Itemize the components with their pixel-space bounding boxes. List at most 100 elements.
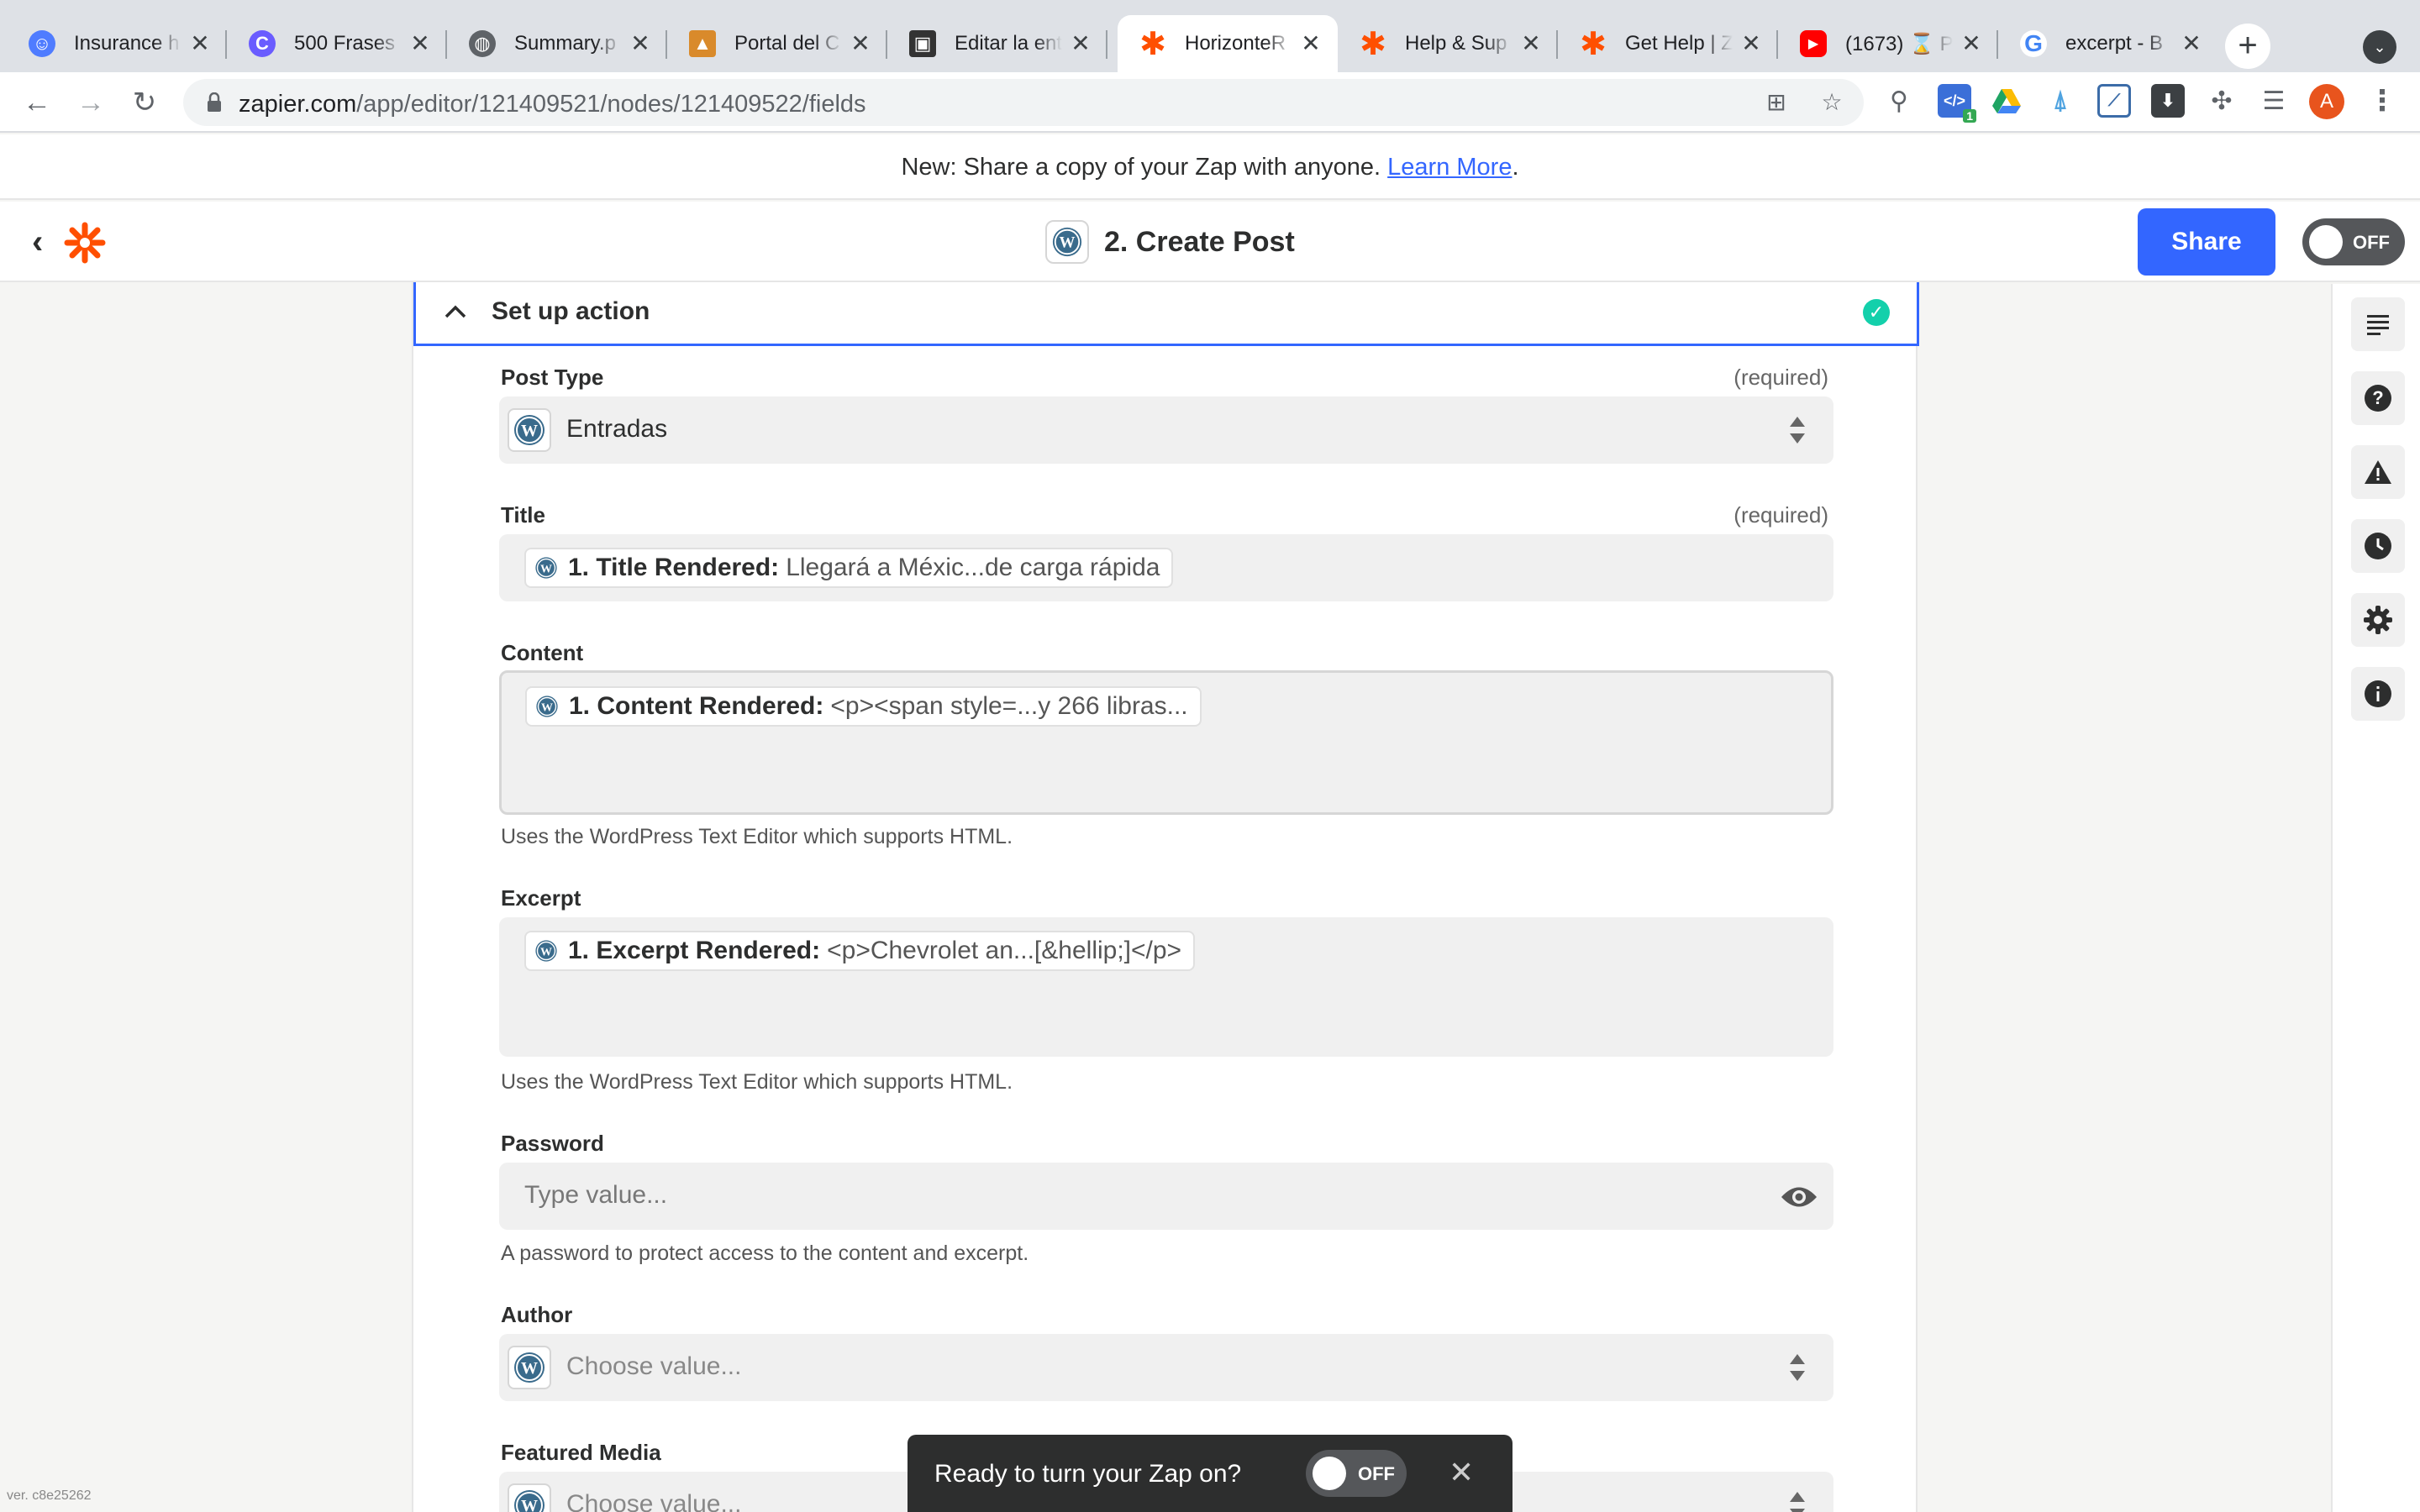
- tab-title: Insurance h: [74, 32, 180, 55]
- bookmark-star-icon[interactable]: ☆: [1818, 89, 1845, 116]
- zap-on-off-toggle[interactable]: OFF: [2302, 218, 2405, 265]
- close-icon[interactable]: ✕: [1449, 1455, 1474, 1490]
- svg-text:W: W: [521, 422, 538, 440]
- zapier-favicon-icon: ✱: [1139, 26, 1166, 62]
- author-label: Author: [501, 1302, 573, 1327]
- browser-menu-icon[interactable]: ⋮: [2368, 82, 2396, 119]
- inbox-extension-icon[interactable]: ⍋: [2044, 84, 2077, 118]
- back-chevron-icon[interactable]: ‹: [32, 222, 60, 262]
- tab-title: Help & Sup: [1405, 32, 1507, 55]
- pill-value: <p>Chevrolet an...[&hellip;]</p>: [827, 937, 1182, 964]
- browser-tab[interactable]: ▣ Editar la ent ✕: [887, 15, 1107, 72]
- browser-tab[interactable]: ✱ Help & Sup ✕: [1338, 15, 1558, 72]
- password-input[interactable]: Type value...: [524, 1181, 667, 1210]
- select-arrows-icon: [1790, 417, 1805, 444]
- download-extension-icon[interactable]: ⬇: [2151, 84, 2185, 118]
- content-label: Content: [501, 640, 584, 665]
- svg-text:W: W: [1060, 234, 1076, 252]
- featured-media-placeholder: Choose value...: [566, 1490, 742, 1512]
- reading-list-icon[interactable]: ☰: [2257, 84, 2291, 118]
- select-arrows-icon: [1790, 1492, 1805, 1512]
- chart-extension-icon[interactable]: ⟋: [2097, 84, 2131, 118]
- browser-tab[interactable]: ☺ Insurance h ✕: [7, 15, 227, 72]
- zapier-logo-icon[interactable]: [64, 222, 106, 264]
- lock-icon: [208, 92, 221, 112]
- setup-action-section-header[interactable]: Set up action ✓: [413, 282, 1919, 346]
- excerpt-help-text: Uses the WordPress Text Editor which sup…: [501, 1070, 1013, 1094]
- author-select[interactable]: W Choose value...: [499, 1334, 1833, 1401]
- close-icon[interactable]: ✕: [188, 32, 212, 55]
- mapped-field-pill[interactable]: W 1. Excerpt Rendered: <p>Chevrolet an...…: [524, 931, 1196, 971]
- tab-search-icon[interactable]: ⌄: [2363, 30, 2396, 64]
- settings-gear-icon[interactable]: [2351, 593, 2405, 647]
- location-pin-icon[interactable]: ⚲: [1882, 84, 1916, 118]
- step-title-group: W 2. Create Post: [1045, 218, 1295, 265]
- close-icon[interactable]: ✕: [408, 32, 432, 55]
- eye-visibility-icon[interactable]: [1780, 1183, 1818, 1211]
- svg-text:W: W: [521, 1359, 538, 1378]
- close-icon[interactable]: ✕: [629, 32, 652, 55]
- address-bar[interactable]: zapier.com/app/editor/121409521/nodes/12…: [183, 79, 1864, 126]
- google-drive-icon[interactable]: [1990, 84, 2023, 118]
- outline-list-icon[interactable]: [2351, 297, 2405, 351]
- excerpt-field[interactable]: W 1. Excerpt Rendered: <p>Chevrolet an...…: [499, 917, 1833, 1057]
- tab-title: excerpt - B: [2065, 32, 2164, 55]
- globe-favicon-icon: ◍: [469, 30, 496, 57]
- mapped-field-pill[interactable]: W 1. Content Rendered: <p><span style=...…: [525, 686, 1202, 727]
- learn-more-link[interactable]: Learn More: [1387, 154, 1512, 181]
- password-label: Password: [501, 1131, 604, 1156]
- help-question-icon[interactable]: ?: [2351, 371, 2405, 425]
- translate-icon[interactable]: ⊞: [1763, 89, 1790, 116]
- browser-tab[interactable]: ▶ (1673) ⌛ P ✕: [1778, 15, 1998, 72]
- browser-tab-active[interactable]: ✱ HorizonteR ✕: [1118, 15, 1338, 72]
- puzzle-extensions-icon[interactable]: ✣: [2205, 84, 2238, 118]
- browser-tab-strip: ☺ Insurance h ✕ C 500 Frases ✕ ◍ Summary…: [0, 0, 2420, 72]
- code-extension-icon[interactable]: </> 1: [1938, 84, 1976, 123]
- close-icon[interactable]: ✕: [1299, 32, 1323, 55]
- content-field[interactable]: W 1. Content Rendered: <p><span style=...…: [499, 670, 1833, 815]
- step-title[interactable]: 2. Create Post: [1104, 226, 1295, 259]
- browser-tab[interactable]: ✱ Get Help | Z ✕: [1558, 15, 1778, 72]
- forward-arrow-icon[interactable]: →: [72, 84, 109, 121]
- browser-tab[interactable]: ▲ Portal del C ✕: [667, 15, 887, 72]
- tab-title: 500 Frases: [294, 32, 396, 55]
- toast-message: Ready to turn your Zap on?: [934, 1460, 1242, 1488]
- url-text[interactable]: zapier.com/app/editor/121409521/nodes/12…: [239, 91, 866, 118]
- svg-text:W: W: [521, 1497, 538, 1512]
- close-icon[interactable]: ✕: [1069, 32, 1092, 55]
- toast-on-off-toggle[interactable]: OFF: [1306, 1450, 1407, 1497]
- wordpress-icon: W: [508, 1346, 551, 1389]
- toggle-label: OFF: [2353, 232, 2390, 253]
- author-placeholder: Choose value...: [566, 1352, 742, 1380]
- tab-title: HorizonteR: [1185, 32, 1286, 55]
- select-arrows-icon: [1790, 1354, 1805, 1381]
- browser-tab[interactable]: C 500 Frases ✕: [227, 15, 447, 72]
- chevron-up-icon[interactable]: [445, 304, 466, 319]
- warning-icon[interactable]: [2351, 445, 2405, 499]
- zapier-favicon-icon: ✱: [1360, 26, 1386, 62]
- banner-text: New: Share a copy of your Zap with anyon…: [901, 154, 1388, 181]
- close-icon[interactable]: ✕: [849, 32, 872, 55]
- featured-media-label: Featured Media: [501, 1440, 661, 1465]
- clock-history-icon[interactable]: [2351, 519, 2405, 573]
- share-button[interactable]: Share: [2138, 208, 2275, 276]
- reload-icon[interactable]: ↻: [126, 84, 163, 121]
- profile-avatar[interactable]: A: [2309, 84, 2344, 119]
- info-icon[interactable]: [2351, 667, 2405, 721]
- close-icon[interactable]: ✕: [1739, 32, 1763, 55]
- tab-title: Portal del C: [734, 32, 840, 55]
- close-icon[interactable]: ✕: [1519, 32, 1543, 55]
- svg-text:?: ?: [2372, 387, 2383, 408]
- zapier-favicon-icon: ✱: [1580, 26, 1607, 62]
- password-field[interactable]: Type value...: [499, 1163, 1833, 1230]
- title-field[interactable]: W 1. Title Rendered: Llegará a Méxic...de…: [499, 534, 1833, 601]
- browser-tab[interactable]: G excerpt - B ✕: [1998, 15, 2218, 72]
- back-arrow-icon[interactable]: ←: [18, 84, 55, 121]
- close-icon[interactable]: ✕: [2180, 32, 2203, 55]
- browser-tab[interactable]: ◍ Summary.p ✕: [447, 15, 667, 72]
- new-tab-button[interactable]: +: [2225, 24, 2270, 69]
- close-icon[interactable]: ✕: [1960, 32, 1983, 55]
- post-type-select[interactable]: W Entradas: [499, 396, 1833, 464]
- pill-value: Llegará a Méxic...de carga rápida: [786, 554, 1160, 581]
- mapped-field-pill[interactable]: W 1. Title Rendered: Llegará a Méxic...de…: [524, 548, 1174, 588]
